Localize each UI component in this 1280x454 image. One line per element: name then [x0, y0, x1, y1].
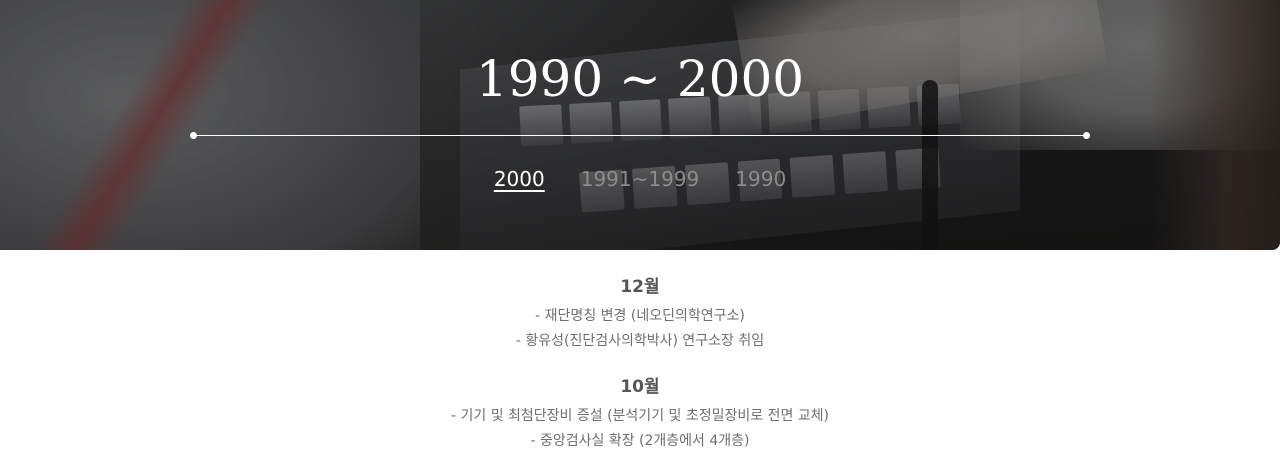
year-tab-1991-1999[interactable]: 1991~1999: [581, 166, 700, 192]
month-block-october: 10월 - 기기 및 최첨단장비 증설 (분석기기 및 초정밀장비로 전면 교체…: [0, 375, 1280, 454]
timeline-start-dot: [190, 132, 197, 139]
month-title: 10월: [620, 377, 660, 397]
hero-dark-overlay: [0, 0, 1280, 250]
event-item: - 재단명칭 변경 (네오딘의학연구소): [535, 308, 745, 324]
year-tab-1990[interactable]: 1990: [735, 166, 786, 192]
event-item: - 중앙검사실 확장 (2개층에서 4개층): [530, 433, 750, 449]
timeline-line: [193, 135, 1086, 136]
event-item: - 기기 및 최첨단장비 증설 (분석기기 및 초정밀장비로 전면 교체): [450, 408, 830, 424]
period-title: 1990 ~ 2000: [475, 50, 805, 108]
event-item: - 황유성(진단검사의학박사) 연구소장 취임: [515, 333, 765, 349]
history-hero-banner: 1990 ~ 2000 2000 1991~1999 1990: [0, 0, 1280, 250]
year-tab-2000[interactable]: 2000: [494, 166, 545, 192]
year-tabs: 2000 1991~1999 1990: [0, 166, 1280, 192]
month-title: 12월: [620, 277, 660, 297]
timeline-end-dot: [1083, 132, 1090, 139]
month-block-december: 12월 - 재단명칭 변경 (네오딘의학연구소) - 황유성(진단검사의학박사)…: [0, 275, 1280, 354]
